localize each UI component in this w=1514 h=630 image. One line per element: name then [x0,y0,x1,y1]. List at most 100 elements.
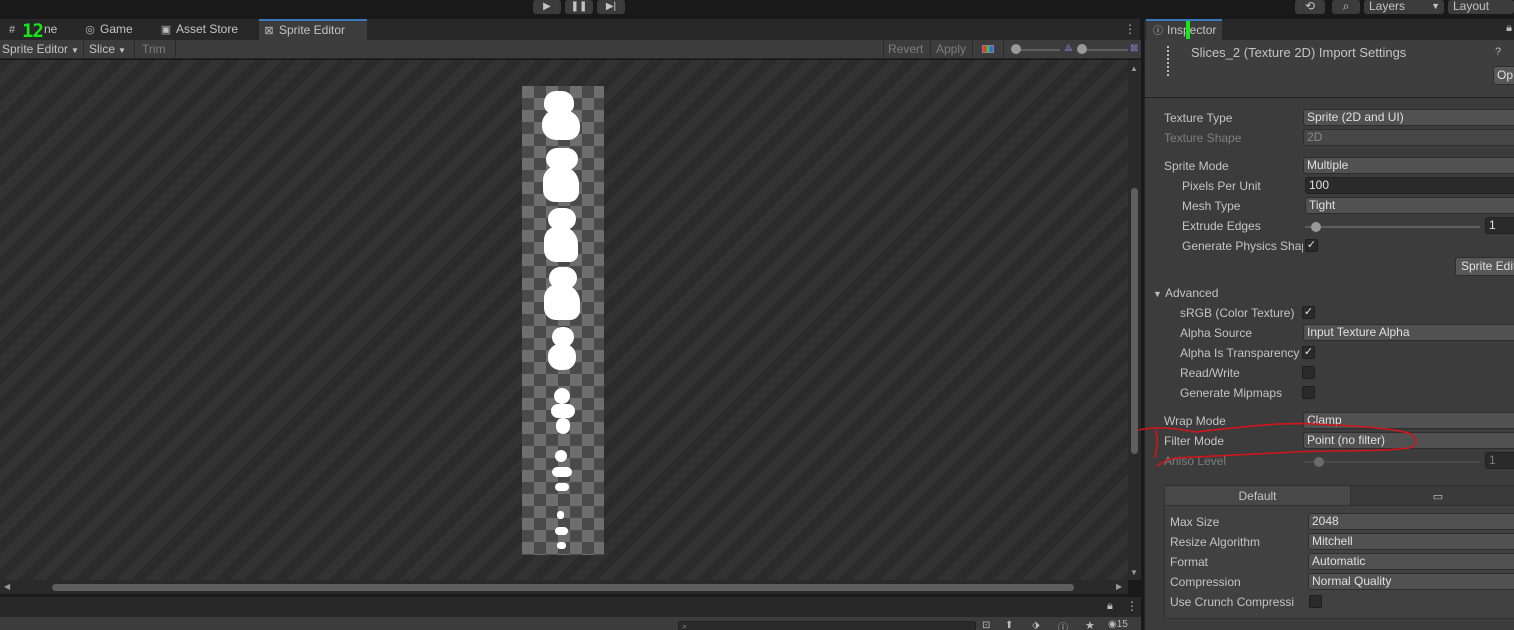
vertical-scrollbar[interactable]: ▲ ▼ [1128,60,1141,580]
sprite-frame [556,418,570,434]
sprite-texture[interactable] [522,86,604,555]
star-icon[interactable]: ★ [1085,619,1095,630]
use-crunch-checkbox[interactable] [1309,595,1322,608]
pixels-per-unit-field[interactable]: 100 [1305,177,1514,194]
horizontal-scroll-thumb[interactable] [52,584,1074,591]
layout-dropdown[interactable]: Layout [1448,0,1514,14]
foldout-arrow-icon[interactable]: ▼ [1153,289,1162,299]
aniso-level-slider [1303,461,1480,463]
editor-tab-bar: # ne ◎ Game ▣ Asset Store ⊠ Sprite Editor ⋮ [0,19,1140,40]
sprite-frame [544,226,578,262]
max-size-label: Max Size [1170,515,1220,529]
history-button[interactable]: ⟲ [1295,0,1325,14]
help-icon[interactable]: ? [1495,46,1501,58]
resize-algorithm-dropdown[interactable]: Mitchell [1308,533,1514,550]
sprite-editor-toolbar: Sprite Editor ▼ Slice ▼ Trim Revert Apply … [0,40,1141,59]
sprite-editor-button[interactable]: Sprite Editor [1455,257,1514,276]
tab-platform-pc[interactable]: ▭ [1351,486,1514,506]
scroll-up-icon[interactable]: ▲ [1130,64,1138,73]
tab-inspector[interactable]: ⓘ Inspector [1146,19,1222,40]
project-search-input[interactable]: ⌕ [678,621,976,630]
aniso-level-label: Aniso Level [1164,454,1227,468]
hidden-count-value: 15 [1116,619,1128,630]
sprite-frame [543,166,579,202]
tab-game[interactable]: ◎ Game [80,19,156,40]
horizontal-scrollbar[interactable]: ◀ ▶ [0,580,1128,594]
tab-sprite-editor[interactable]: ⊠ Sprite Editor [259,19,367,40]
read-write-checkbox[interactable] [1302,366,1315,379]
apply-button[interactable]: Apply [936,40,966,59]
info-icon: ⓘ [1153,26,1163,37]
filter-type-icon[interactable]: ⊡ [982,620,990,630]
sprite-frame [555,450,567,462]
wrap-mode-dropdown[interactable]: Clamp [1303,412,1514,429]
filter-label-icon[interactable]: ⬆ [1005,620,1013,630]
sprite-mode-dropdown[interactable]: Multiple [1303,157,1514,174]
format-dropdown[interactable]: Automatic [1308,553,1514,570]
extrude-edges-slider[interactable] [1305,226,1480,228]
pause-button[interactable]: ❚❚ [565,0,593,14]
hidden-count[interactable]: ◉15 [1108,619,1128,630]
filter-mode-dropdown[interactable]: Point (no filter) [1303,432,1514,449]
texture-type-dropdown[interactable]: Sprite (2D and UI) [1303,109,1514,126]
play-icon: ▶ [543,1,551,12]
tab-asset-store[interactable]: ▣ Asset Store [156,19,256,40]
more-options-icon[interactable]: ⋮ [1126,599,1138,613]
step-button[interactable]: ▶| [597,0,625,14]
search-button[interactable]: ⌕ [1332,0,1360,14]
inspector-header: Slices_2 (Texture 2D) Import Settings ? … [1145,40,1514,98]
alpha-is-transparency-label: Alpha Is Transparency [1180,346,1300,360]
srgb-checkbox[interactable]: ✓ [1302,306,1315,319]
lock-icon[interactable]: 🔒︎ [1506,22,1512,35]
alpha-is-transparency-checkbox[interactable]: ✓ [1302,346,1315,359]
texture-type-label: Texture Type [1164,111,1233,125]
advanced-foldout[interactable]: Advanced [1165,286,1218,300]
scroll-right-icon[interactable]: ▶ [1116,582,1122,591]
sprite-frame [557,511,564,519]
more-options-icon[interactable]: ⋮ [1124,22,1136,36]
sprite-editor-mode-dropdown[interactable]: Sprite Editor ▼ [2,40,79,59]
extrude-edges-knob[interactable] [1311,222,1321,232]
sprite-frame [544,284,580,320]
scroll-down-icon[interactable]: ▼ [1130,568,1138,577]
sprite-frame [555,483,569,491]
max-size-dropdown[interactable]: 2048 [1308,513,1514,530]
layers-label: Layers [1369,0,1406,13]
revert-button[interactable]: Revert [888,40,923,59]
sprite-canvas[interactable] [0,60,1128,580]
aniso-level-field: 1 [1485,452,1514,469]
pause-icon: ❚❚ [570,1,588,12]
use-crunch-label: Use Crunch Compression [1170,595,1294,609]
generate-mipmaps-checkbox[interactable] [1302,386,1315,399]
aniso-level-knob [1314,457,1324,467]
lock-icon[interactable]: 🔒︎ [1107,600,1113,613]
history-icon: ⟲ [1304,0,1316,13]
scroll-left-icon[interactable]: ◀ [4,582,10,591]
generate-physics-shape-checkbox[interactable]: ✓ [1305,239,1318,252]
open-button[interactable]: Op [1493,66,1514,85]
trim-button[interactable]: Trim [142,40,166,59]
mesh-type-dropdown[interactable]: Tight [1305,197,1514,214]
color-channel-icon[interactable] [982,45,994,53]
top-toolbar: ▶ ❚❚ ▶| ⟲ ⌕ Layers ▼ Layout [0,0,1514,18]
mesh-type-label: Mesh Type [1182,199,1241,213]
compression-dropdown[interactable]: Normal Quality [1308,573,1514,590]
alpha-source-dropdown[interactable]: Input Texture Alpha [1303,324,1514,341]
tab-platform-default[interactable]: Default [1165,486,1351,506]
alpha-slider-knob[interactable] [1011,44,1021,54]
tab-asset-store-label: Asset Store [176,22,239,36]
sprite-frame [555,527,568,535]
layers-dropdown[interactable]: Layers ▼ [1364,0,1444,14]
play-button[interactable]: ▶ [533,0,561,14]
mip-icon: ⟁ [1064,43,1073,54]
mip-slider-knob[interactable] [1077,44,1087,54]
info-icon[interactable]: ⓘ [1058,619,1068,630]
slice-dropdown[interactable]: Slice ▼ [89,40,126,59]
extrude-edges-field[interactable]: 1 [1485,217,1514,234]
eye-icon: ◉ [1108,619,1117,630]
vertical-scroll-thumb[interactable] [1131,188,1138,454]
bottom-panel-tabs: 🔒︎ ⋮ [0,596,1141,617]
tab-scene-label: ne [44,22,58,36]
gamepad-icon: ◎ [85,24,95,36]
tag-icon[interactable]: ⬗ [1032,620,1040,630]
